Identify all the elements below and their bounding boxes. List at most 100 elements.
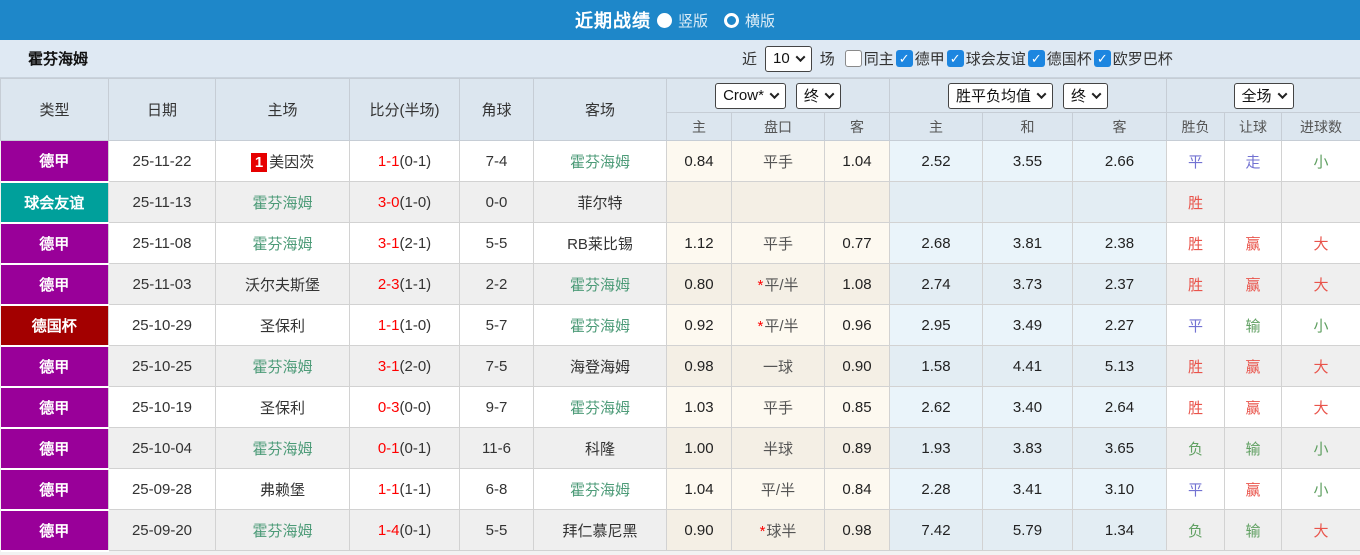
cell-avg-draw: 3.81 xyxy=(982,222,1074,264)
home-team-link[interactable]: 霍芬海姆 xyxy=(252,195,312,212)
chevron-down-icon xyxy=(1091,89,1102,100)
cell-avg-away: 1.34 xyxy=(1072,509,1168,551)
cell-goals-result: 大 xyxy=(1281,386,1360,428)
score-halftime: (0-1) xyxy=(399,439,432,457)
cell-goals-result: 小 xyxy=(1281,427,1360,469)
away-team-link[interactable]: 菲尔特 xyxy=(577,195,622,212)
score-fulltime: 3-1 xyxy=(377,357,400,375)
cell-score: 1-1(0-1) xyxy=(349,140,460,182)
odds-time-select[interactable]: 终 xyxy=(795,82,841,109)
cell-avg-draw: 3.55 xyxy=(982,140,1074,182)
cell-goals-result: 大 xyxy=(1281,263,1360,305)
home-team-link[interactable]: 美因茨 xyxy=(269,154,314,171)
away-team-link[interactable]: 霍芬海姆 xyxy=(570,154,630,171)
table-row: 德国杯 25-10-29 圣保利 1-1(1-0) 5-7 霍芬海姆 0.92 … xyxy=(0,304,1360,347)
sub-header-2: 客 xyxy=(823,112,891,141)
cell-odds-home xyxy=(666,181,732,223)
away-team-link[interactable]: 海登海姆 xyxy=(570,359,630,376)
cell-league-type: 德甲 xyxy=(0,263,109,306)
table-row: 德甲 25-11-08 霍芬海姆 3-1(2-1) 5-5 RB莱比锡 1.12… xyxy=(0,222,1360,265)
away-team-link[interactable]: 霍芬海姆 xyxy=(570,277,630,294)
cell-avg-draw: 5.79 xyxy=(982,509,1074,551)
cell-home-team: 霍芬海姆 xyxy=(215,181,350,223)
away-team-link[interactable]: 霍芬海姆 xyxy=(570,482,630,499)
cell-avg-draw: 3.40 xyxy=(982,386,1074,428)
handicap-star: * xyxy=(759,522,766,540)
home-team-link[interactable]: 霍芬海姆 xyxy=(252,441,312,458)
cell-avg-draw: 4.41 xyxy=(982,345,1074,387)
league-checkbox-label[interactable]: 球会友谊 xyxy=(966,48,1026,69)
radio-vertical-label[interactable]: 竖版 xyxy=(678,10,708,31)
page-title: 近期战绩 xyxy=(574,11,651,31)
odds-company-select[interactable]: Crow* xyxy=(715,82,786,109)
home-team-link[interactable]: 圣保利 xyxy=(260,400,305,417)
cell-corners: 9-7 xyxy=(459,386,534,428)
league-checkbox-label[interactable]: 欧罗巴杯 xyxy=(1113,48,1173,69)
cell-result: 胜 xyxy=(1166,263,1226,305)
league-checkbox[interactable]: ✓ xyxy=(895,50,913,67)
cell-handicap-result: 输 xyxy=(1224,304,1283,346)
cell-avg-away: 2.38 xyxy=(1072,222,1168,264)
same-home-label[interactable]: 同主 xyxy=(864,48,894,69)
score-fulltime: 2-3 xyxy=(377,275,400,293)
cell-avg-draw: 3.73 xyxy=(982,263,1074,305)
cell-result: 负 xyxy=(1166,509,1226,551)
away-team-link[interactable]: 霍芬海姆 xyxy=(570,400,630,417)
handicap-text: 平手 xyxy=(762,235,793,253)
league-checkbox[interactable]: ✓ xyxy=(1093,50,1111,67)
table-row: 德甲 25-09-28 弗赖堡 1-1(1-1) 6-8 霍芬海姆 1.04 平… xyxy=(0,468,1360,511)
home-team-link[interactable]: 沃尔夫斯堡 xyxy=(245,277,320,294)
league-checkbox-label[interactable]: 德国杯 xyxy=(1047,48,1092,69)
home-team-link[interactable]: 霍芬海姆 xyxy=(252,359,312,376)
full-match-select[interactable]: 全场 xyxy=(1233,82,1294,109)
away-team-link[interactable]: 拜仁慕尼黑 xyxy=(562,523,637,540)
sub-header-8: 进球数 xyxy=(1281,112,1360,141)
cell-score: 3-1(2-0) xyxy=(349,345,460,387)
home-team-link[interactable]: 霍芬海姆 xyxy=(252,236,312,253)
cell-handicap: 平手 xyxy=(731,386,825,428)
cell-handicap xyxy=(731,181,825,223)
cell-avg-home: 2.28 xyxy=(889,468,984,510)
cell-date: 25-09-20 xyxy=(108,509,216,551)
cell-date: 25-11-22 xyxy=(108,140,216,182)
avg-time-select[interactable]: 终 xyxy=(1063,82,1109,109)
league-checkbox[interactable]: ✓ xyxy=(1027,50,1045,67)
radio-vertical-layout[interactable] xyxy=(656,12,672,28)
match-count-select[interactable]: 10 xyxy=(765,45,812,72)
radio-horizontal-layout[interactable] xyxy=(724,12,739,28)
cell-result: 平 xyxy=(1166,468,1226,510)
cell-handicap-result: 输 xyxy=(1224,427,1283,469)
cell-handicap: *平/半 xyxy=(731,304,825,346)
cell-date: 25-10-29 xyxy=(108,304,216,346)
filter-controls: 近 10 场 ✓ 同主 ✓德甲✓球会友谊✓德国杯✓欧罗巴杯 xyxy=(742,45,1173,72)
cell-home-team: 弗赖堡 xyxy=(215,468,350,510)
cell-handicap: *球半 xyxy=(731,509,825,551)
cell-odds-home: 1.12 xyxy=(666,222,732,264)
home-team-link[interactable]: 圣保利 xyxy=(260,318,305,335)
home-team-link[interactable]: 霍芬海姆 xyxy=(252,523,312,540)
cell-score: 2-3(1-1) xyxy=(349,263,460,305)
cell-corners: 6-8 xyxy=(459,468,534,510)
cell-league-type: 德甲 xyxy=(0,509,109,552)
away-team-link[interactable]: RB莱比锡 xyxy=(567,236,633,253)
league-checkbox-label[interactable]: 德甲 xyxy=(915,48,945,69)
away-team-link[interactable]: 科隆 xyxy=(585,441,615,458)
away-team-link[interactable]: 霍芬海姆 xyxy=(570,318,630,335)
cell-handicap-result: 赢 xyxy=(1224,345,1283,387)
cell-avg-draw: 3.41 xyxy=(982,468,1074,510)
cell-odds-home: 1.03 xyxy=(666,386,732,428)
league-checkbox[interactable]: ✓ xyxy=(946,50,964,67)
cell-odds-home: 0.92 xyxy=(666,304,732,346)
cell-score: 3-1(2-1) xyxy=(349,222,460,264)
same-home-checkbox[interactable]: ✓ xyxy=(844,50,862,67)
cell-date: 25-11-13 xyxy=(108,181,216,223)
cell-odds-away: 1.04 xyxy=(823,140,891,182)
cell-odds-home: 1.04 xyxy=(666,468,732,510)
avg-type-select[interactable]: 胜平负均值 xyxy=(948,82,1054,109)
cell-avg-away: 2.66 xyxy=(1072,140,1168,182)
home-team-link[interactable]: 弗赖堡 xyxy=(260,482,305,499)
radio-horizontal-label[interactable]: 横版 xyxy=(745,10,775,31)
cell-away-team: RB莱比锡 xyxy=(533,222,667,264)
cell-result: 胜 xyxy=(1166,386,1226,428)
cell-date: 25-11-08 xyxy=(108,222,216,264)
